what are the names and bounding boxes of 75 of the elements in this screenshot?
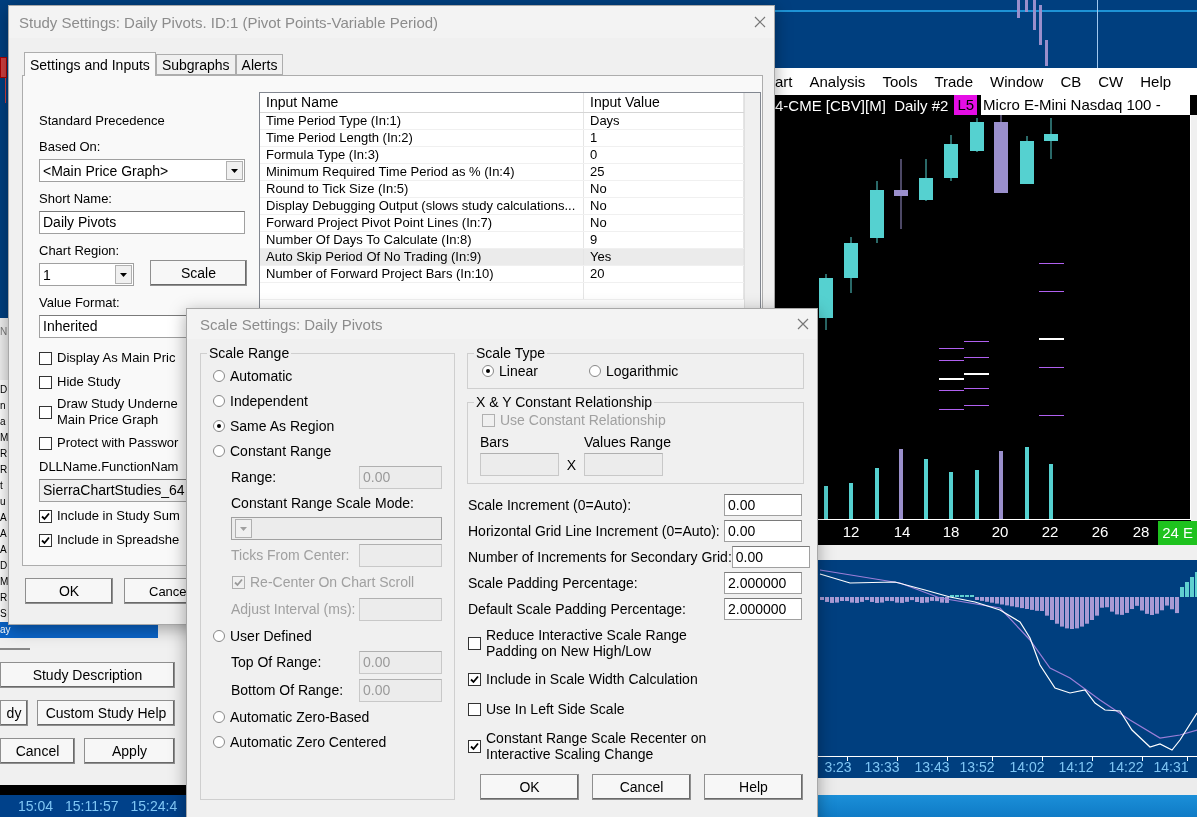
time-label: 13:33 bbox=[864, 759, 900, 775]
field-label: Based On: bbox=[39, 138, 101, 156]
date-badge: 24 E bbox=[1158, 521, 1197, 545]
checkbox-label: Use In Left Side Scale bbox=[486, 701, 625, 717]
field-label: Standard Precedence bbox=[39, 112, 165, 130]
axis-label: 18 bbox=[942, 523, 960, 540]
radio-label: Linear bbox=[499, 363, 538, 379]
field-label: Adjust Interval (ms): bbox=[231, 601, 357, 617]
time-label: 14:22 bbox=[1108, 759, 1144, 775]
field-label: Bottom Of Range: bbox=[231, 682, 345, 698]
field-label: Default Scale Padding Percentage: bbox=[467, 601, 687, 617]
field-label: Chart Region: bbox=[39, 242, 120, 260]
table-cell: Forward Project Pivot Point Lines (In:7) bbox=[260, 215, 584, 231]
axis-label: 14 bbox=[893, 523, 911, 540]
axis-label: 12 bbox=[842, 523, 860, 540]
group-label: X & Y Constant Relationship bbox=[474, 394, 655, 411]
field-label: Value Format: bbox=[39, 294, 120, 312]
checkbox-label: Include in Scale Width Calculation bbox=[486, 671, 698, 687]
field-label: Ticks From Center: bbox=[231, 547, 351, 563]
group-label: Scale Type bbox=[474, 345, 547, 362]
table-cell: Display Debugging Output (slows study calculations... bbox=[260, 198, 584, 214]
radio-label: Same As Region bbox=[230, 417, 335, 434]
checkbox-label: Use Constant Relationship bbox=[500, 412, 666, 428]
checkbox-label: Include in Study Sum bbox=[57, 508, 180, 524]
axis-label: 20 bbox=[991, 523, 1009, 540]
chart-description: Micro E-Mini Nasdaq 100 - bbox=[981, 95, 1190, 115]
axis-label: 26 bbox=[1091, 523, 1109, 540]
radio-label: Logarithmic bbox=[606, 363, 679, 379]
table-cell: Time Period Length (In:2) bbox=[260, 130, 584, 146]
table-cell: Time Period Type (In:1) bbox=[260, 113, 584, 129]
table-cell: Minimum Required Time Period as % (In:4) bbox=[260, 164, 584, 180]
time-label: 15:04 bbox=[18, 798, 54, 814]
field-label: Values Range bbox=[584, 434, 671, 450]
radio-label: User Defined bbox=[230, 627, 312, 644]
field-label: Short Name: bbox=[39, 190, 112, 208]
checkbox-label: Constant Range Scale Recenter on Interactive Scaling Change bbox=[486, 730, 707, 762]
field-label: DLLName.FunctionNam bbox=[39, 458, 179, 476]
time-label: 3:23 bbox=[824, 759, 852, 775]
checkbox-label: Re-Center On Chart Scroll bbox=[250, 574, 415, 590]
time-label: 15:11:57 bbox=[65, 798, 119, 814]
time-label: 13:43 bbox=[914, 759, 950, 775]
field-label: Number of Increments for Secondary Grid: bbox=[467, 549, 732, 565]
field-label: Scale Increment (0=Auto): bbox=[467, 497, 633, 513]
field-label: Scale Padding Percentage: bbox=[467, 575, 639, 591]
window-title: Study Settings: Daily Pivots. ID:1 (Pivot Points-Variable Period) bbox=[19, 13, 439, 31]
checkbox-label: Include in Spreadshe bbox=[57, 532, 180, 548]
field-label: Top Of Range: bbox=[231, 654, 323, 670]
time-label: 14:12 bbox=[1058, 759, 1094, 775]
radio-label: Automatic Zero Centered bbox=[230, 733, 387, 750]
time-label: 13:52 bbox=[959, 759, 995, 775]
field-label: Bars bbox=[480, 434, 510, 450]
group-label: Scale Range bbox=[207, 345, 292, 362]
radio-label: Independent bbox=[230, 392, 308, 409]
radio-label: Automatic bbox=[230, 367, 293, 384]
checkbox-label: Reduce Interactive Scale Range Padding on New High/Low bbox=[486, 627, 687, 659]
time-label: 14:02 bbox=[1009, 759, 1045, 775]
radio-label: Automatic Zero-Based bbox=[230, 708, 370, 725]
axis-label: 22 bbox=[1041, 523, 1059, 540]
radio-label: Constant Range bbox=[230, 442, 332, 459]
table-cell: Number of Forward Project Bars (In:10) bbox=[260, 266, 584, 282]
time-label: 15:24:4 bbox=[130, 798, 178, 814]
checkbox-label: Draw Study Underne Main Price Graph bbox=[57, 396, 178, 428]
table-cell: Formula Type (In:3) bbox=[260, 147, 584, 163]
table-cell: Auto Skip Period Of No Trading (In:9) bbox=[260, 249, 584, 265]
separator-label: X bbox=[565, 456, 578, 473]
checkbox-label: Display As Main Pric bbox=[57, 350, 176, 366]
time-label: 14:31 bbox=[1153, 759, 1189, 775]
field-label: Horizontal Grid Line Increment (0=Auto): bbox=[467, 523, 721, 539]
table-cell: Round to Tick Size (In:5) bbox=[260, 181, 584, 197]
chart-symbol: 4-CME [CBV][M] Daily #2 bbox=[775, 96, 949, 114]
checkbox-label: Hide Study bbox=[57, 374, 121, 390]
checkbox-label: Protect with Passwor bbox=[57, 435, 179, 451]
axis-label: 28 bbox=[1132, 523, 1150, 540]
table-cell: Number Of Days To Calculate (In:8) bbox=[260, 232, 584, 248]
level-badge: L5 bbox=[954, 95, 978, 115]
